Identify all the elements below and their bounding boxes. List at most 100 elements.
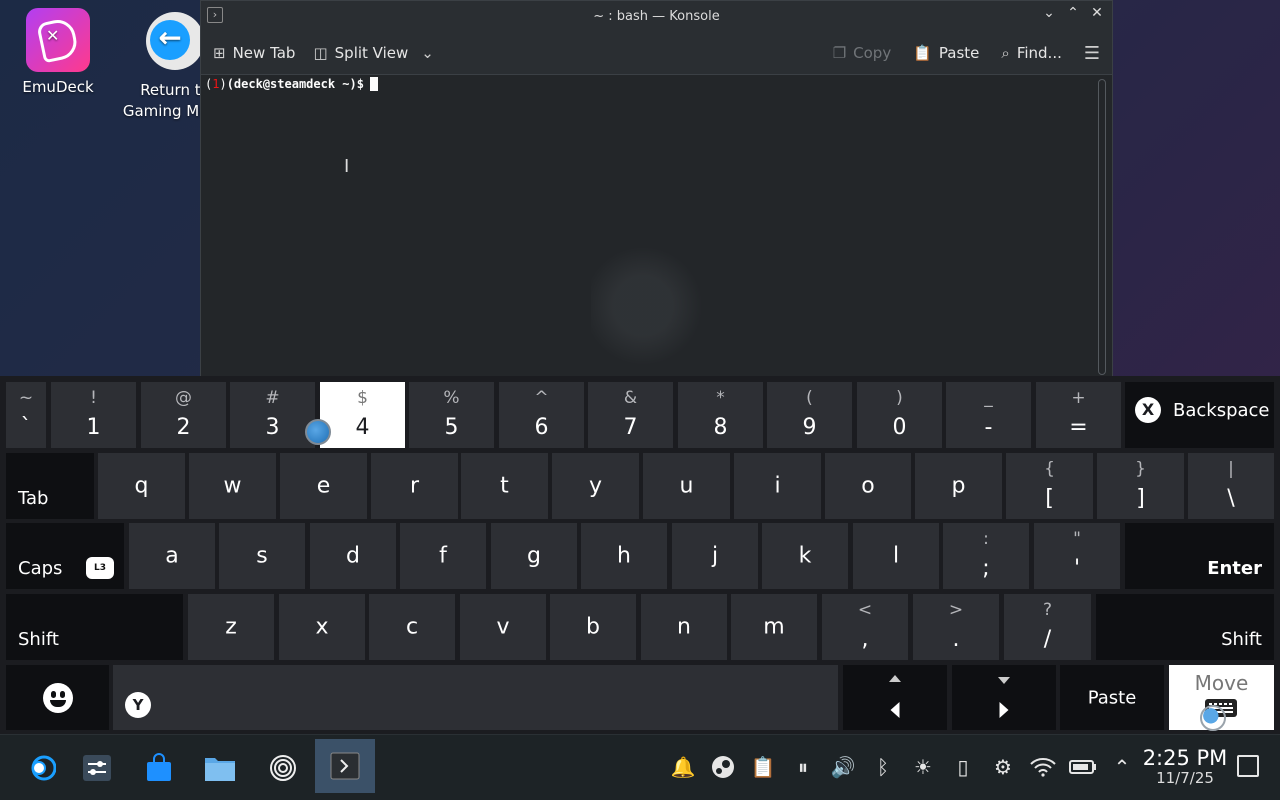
konsole-window[interactable]: › ~ : bash — Konsole ⌄ ⌃ ✕ ⊞ New Tab ◫ S… bbox=[200, 0, 1113, 380]
key-caps[interactable]: Caps L3 bbox=[6, 523, 124, 589]
desktop-icon-label: EmuDeck bbox=[22, 78, 94, 96]
key-z[interactable]: z bbox=[188, 594, 274, 660]
key-l[interactable]: l bbox=[853, 523, 939, 589]
paste-button[interactable]: 📋 Paste bbox=[913, 44, 979, 62]
key-o[interactable]: o bbox=[825, 453, 911, 519]
return-arrow-icon: ← bbox=[146, 12, 204, 70]
key-k[interactable]: k bbox=[762, 523, 848, 589]
key-p[interactable]: p bbox=[915, 453, 1002, 519]
split-view-button[interactable]: ◫ Split View ⌄ bbox=[313, 44, 433, 62]
key-slash[interactable]: ? / bbox=[1004, 594, 1091, 660]
volume-icon[interactable]: 🔊 bbox=[829, 753, 857, 781]
key-a[interactable]: a bbox=[129, 523, 215, 589]
key-right-bracket[interactable]: }] bbox=[1097, 453, 1184, 519]
key-y[interactable]: y bbox=[552, 453, 639, 519]
key-j[interactable]: j bbox=[672, 523, 758, 589]
device-status-icon[interactable]: ⚙ bbox=[989, 753, 1017, 781]
key-1[interactable]: ! 1 bbox=[51, 382, 136, 448]
close-icon[interactable]: ✕ bbox=[1088, 5, 1106, 25]
key-9[interactable]: (9 bbox=[767, 382, 852, 448]
bluetooth-icon[interactable]: ᛒ bbox=[869, 753, 897, 781]
clipboard-icon[interactable]: 📋 bbox=[749, 753, 777, 781]
vertical-scrollbar[interactable] bbox=[1098, 79, 1106, 375]
steam-tray-icon[interactable] bbox=[709, 753, 737, 781]
key-char: i bbox=[774, 473, 781, 499]
key-left-bracket[interactable]: {[ bbox=[1006, 453, 1093, 519]
file-manager-button[interactable] bbox=[197, 745, 243, 791]
key-0[interactable]: ) 0 bbox=[857, 382, 942, 448]
key-x[interactable]: x bbox=[279, 594, 365, 660]
hamburger-menu-button[interactable]: ☰ bbox=[1084, 43, 1100, 64]
key-semicolon[interactable]: :; bbox=[943, 523, 1029, 589]
key-u[interactable]: u bbox=[643, 453, 730, 519]
expand-tray-icon[interactable]: ⌃ bbox=[1108, 753, 1136, 781]
brightness-icon[interactable]: ☀ bbox=[909, 753, 937, 781]
show-desktop-button[interactable] bbox=[1237, 755, 1259, 777]
battery-icon[interactable] bbox=[1069, 753, 1097, 781]
find-button[interactable]: ⌕ Find... bbox=[1001, 44, 1061, 62]
key-g[interactable]: g bbox=[491, 523, 577, 589]
key-emoji[interactable] bbox=[6, 665, 109, 730]
key-equals[interactable]: + = bbox=[1036, 382, 1121, 448]
key-period[interactable]: >. bbox=[913, 594, 999, 660]
notifications-icon[interactable]: 🔔 bbox=[669, 753, 697, 781]
key-shift-char: _ bbox=[984, 388, 993, 408]
key-7[interactable]: & 7 bbox=[588, 382, 673, 448]
konsole-task-button[interactable] bbox=[315, 739, 375, 793]
key-comma[interactable]: <, bbox=[822, 594, 908, 660]
folder-icon bbox=[205, 758, 235, 781]
key-m[interactable]: m bbox=[731, 594, 817, 660]
key-e[interactable]: e bbox=[280, 453, 367, 519]
key-tab[interactable]: Tab bbox=[6, 453, 94, 519]
key-w[interactable]: w bbox=[189, 453, 276, 519]
key-s[interactable]: s bbox=[219, 523, 305, 589]
key-i[interactable]: i bbox=[734, 453, 821, 519]
discover-store-button[interactable] bbox=[136, 745, 182, 791]
key-8[interactable]: * 8 bbox=[678, 382, 763, 448]
y-button-icon: Y bbox=[125, 692, 151, 718]
key-char: / bbox=[1043, 627, 1052, 652]
key-b[interactable]: b bbox=[550, 594, 636, 660]
key-arrow-up-left[interactable] bbox=[843, 665, 947, 730]
pause-icon[interactable]: ⏸ bbox=[789, 753, 817, 781]
maximize-icon[interactable]: ⌃ bbox=[1064, 5, 1082, 25]
key-6[interactable]: ^ 6 bbox=[499, 382, 584, 448]
key-h[interactable]: h bbox=[581, 523, 667, 589]
minimize-icon[interactable]: ⌄ bbox=[1040, 5, 1058, 25]
key-backslash[interactable]: | \ bbox=[1188, 453, 1274, 519]
key-minus[interactable]: _ - bbox=[946, 382, 1031, 448]
key-t[interactable]: t bbox=[461, 453, 548, 519]
key-d[interactable]: d bbox=[310, 523, 396, 589]
steamos-menu-button[interactable] bbox=[18, 745, 64, 791]
key-backtick[interactable]: ~ ` bbox=[6, 382, 46, 448]
key-4[interactable]: $4 bbox=[320, 382, 405, 448]
wifi-icon[interactable] bbox=[1029, 753, 1057, 781]
terminal-icon[interactable]: › bbox=[207, 7, 223, 23]
key-3[interactable]: #3 bbox=[230, 382, 315, 448]
clock[interactable]: 2:25 PM 11/7/25 bbox=[1140, 747, 1230, 787]
key-paste[interactable]: Paste bbox=[1060, 665, 1164, 730]
new-tab-button[interactable]: ⊞ New Tab bbox=[213, 44, 295, 62]
key-shift-char: # bbox=[265, 388, 280, 408]
steam-client-button[interactable] bbox=[260, 745, 306, 791]
key-q[interactable]: q bbox=[98, 453, 185, 519]
key-r[interactable]: r bbox=[371, 453, 458, 519]
system-settings-button[interactable] bbox=[74, 745, 120, 791]
key-right-shift[interactable]: Shift bbox=[1096, 594, 1274, 660]
key-5[interactable]: % 5 bbox=[409, 382, 494, 448]
key-f[interactable]: f bbox=[400, 523, 486, 589]
window-titlebar[interactable]: › ~ : bash — Konsole ⌄ ⌃ ✕ bbox=[201, 1, 1112, 31]
copy-button[interactable]: ❐ Copy bbox=[833, 44, 892, 62]
key-c[interactable]: c bbox=[369, 594, 455, 660]
sd-card-icon[interactable]: ▯ bbox=[949, 753, 977, 781]
key-n[interactable]: n bbox=[641, 594, 727, 660]
key-backspace[interactable]: X Backspace bbox=[1125, 382, 1274, 448]
key-space[interactable]: Y bbox=[113, 665, 838, 730]
key-enter[interactable]: Enter bbox=[1125, 523, 1274, 589]
key-arrow-down-right[interactable] bbox=[952, 665, 1056, 730]
key-v[interactable]: v bbox=[460, 594, 546, 660]
key-2[interactable]: @2 bbox=[141, 382, 226, 448]
key-quote[interactable]: " ' bbox=[1034, 523, 1120, 589]
key-left-shift[interactable]: Shift bbox=[6, 594, 183, 660]
desktop-icon-emudeck[interactable]: ✕ EmuDeck bbox=[18, 8, 98, 96]
